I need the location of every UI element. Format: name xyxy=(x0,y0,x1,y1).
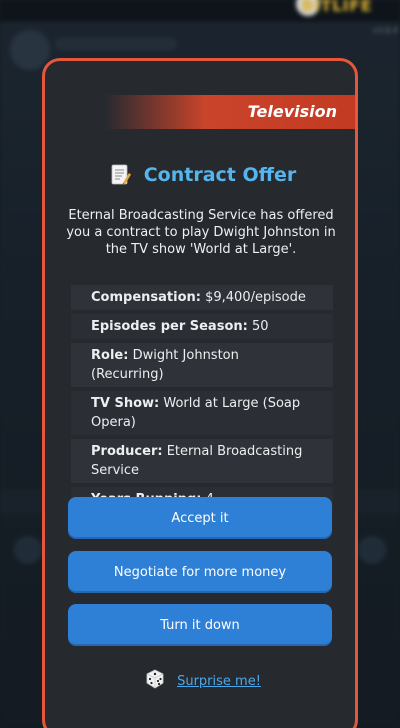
avatar xyxy=(10,30,50,70)
brand-logo: BITLIFE xyxy=(301,0,372,15)
title-row: Contract Offer xyxy=(45,161,355,189)
dice-icon xyxy=(145,669,165,693)
detail-role: Role: Dwight Johnston (Recurring) xyxy=(71,343,333,387)
detail-label: Episodes per Season: xyxy=(91,319,248,334)
detail-tv-show: TV Show: World at Large (Soap Opera) xyxy=(71,391,333,435)
details-list: Compensation: $9,400/episode Episodes pe… xyxy=(71,285,333,516)
document-pencil-icon xyxy=(110,164,131,186)
detail-producer: Producer: Eternal Broadcasting Service xyxy=(71,439,333,483)
surprise-row[interactable]: Surprise me! xyxy=(45,669,355,693)
detail-label: Role: xyxy=(91,348,129,363)
detail-label: Producer: xyxy=(91,444,163,459)
decline-button[interactable]: Turn it down xyxy=(68,604,332,646)
detail-value: $9,400/episode xyxy=(205,290,306,305)
background-circle-left xyxy=(14,536,42,564)
contract-offer-modal: Television Contract Offer Eternal Broadc… xyxy=(42,58,358,728)
modal-title: Contract Offer xyxy=(143,164,297,186)
offer-message: Eternal Broadcasting Service has offered… xyxy=(66,208,336,257)
negotiate-button[interactable]: Negotiate for more money xyxy=(68,551,332,593)
detail-compensation: Compensation: $9,400/episode xyxy=(71,285,333,310)
background-circle-right xyxy=(358,536,386,564)
header-placeholder xyxy=(56,38,176,50)
version-label: v3.8.4 xyxy=(372,26,398,35)
detail-label: Compensation: xyxy=(91,290,201,305)
category-label: Television xyxy=(247,102,337,121)
detail-label: TV Show: xyxy=(91,396,160,411)
detail-episodes: Episodes per Season: 50 xyxy=(71,314,333,339)
surprise-me-link[interactable]: Surprise me! xyxy=(177,674,261,689)
accept-button[interactable]: Accept it xyxy=(68,497,332,539)
detail-value: 50 xyxy=(251,319,269,334)
